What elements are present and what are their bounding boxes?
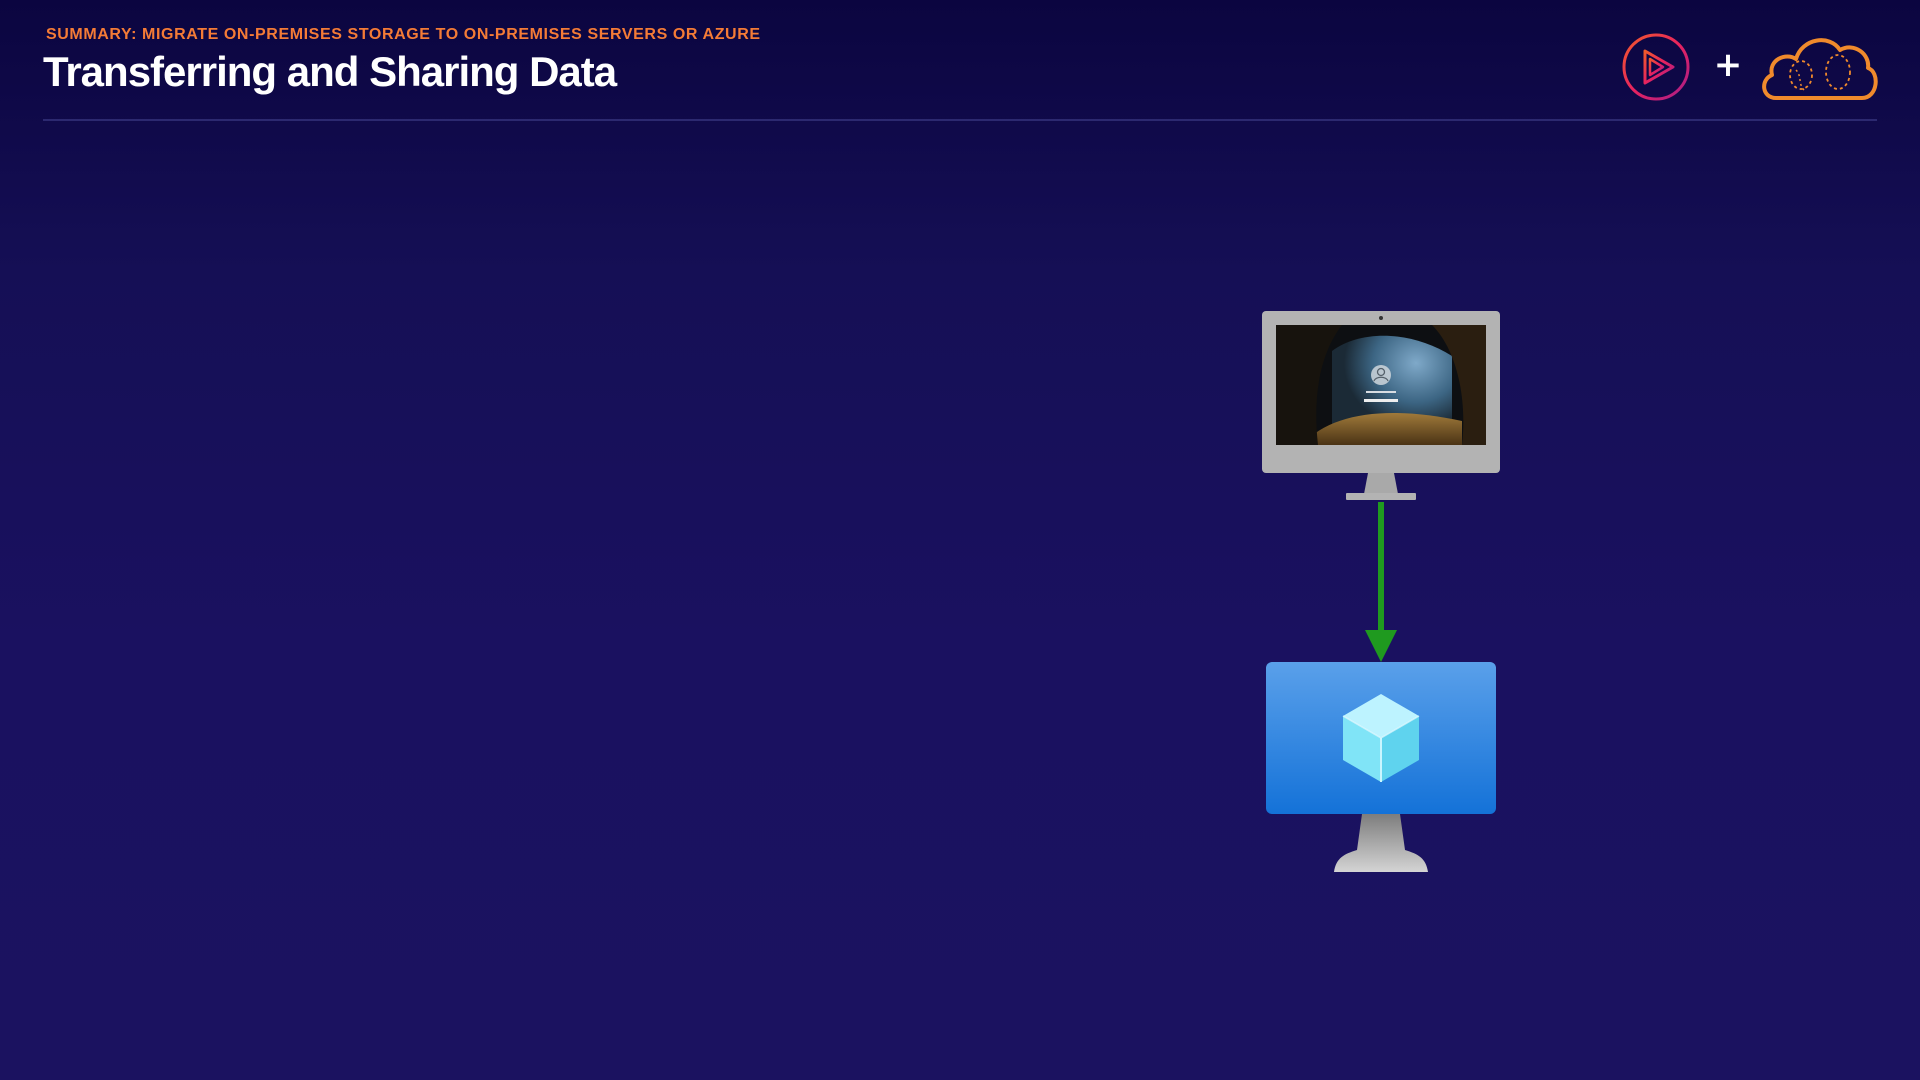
- desktop-monitor-icon: [1262, 311, 1500, 500]
- cloud-logo-icon: [1762, 38, 1878, 100]
- azure-virtual-machine-icon: [1266, 662, 1496, 872]
- pluralsight-play-icon: [1622, 33, 1690, 101]
- header-divider: [43, 119, 1877, 121]
- header-subtitle: SUMMARY: MIGRATE ON-PREMISES STORAGE TO …: [46, 26, 761, 43]
- page-title: Transferring and Sharing Data: [43, 48, 617, 95]
- down-arrow-icon: [1365, 502, 1397, 662]
- plus-sign: +: [1713, 45, 1743, 85]
